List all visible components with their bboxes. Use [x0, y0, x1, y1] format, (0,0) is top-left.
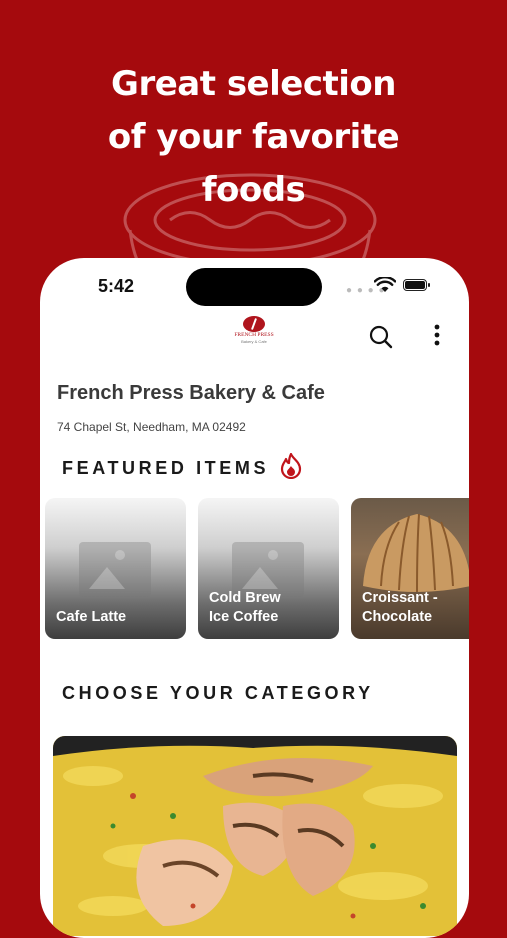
shrimp-rice-photo	[53, 736, 457, 936]
featured-item-card[interactable]: Cafe Latte	[45, 498, 186, 639]
headline-line-2: of your favorite	[107, 117, 400, 157]
battery-icon	[403, 279, 430, 291]
featured-item-label: Cafe Latte	[56, 608, 126, 627]
featured-item-label: Croissant - Chocolate	[362, 589, 438, 627]
status-time: 5:42	[98, 276, 135, 296]
featured-item-name: Cold Brew	[209, 590, 281, 606]
more-vertical-icon[interactable]	[428, 322, 446, 350]
wifi-icon	[374, 277, 396, 292]
shop-name: French Press Bakery & Cafe	[57, 382, 325, 404]
category-card-image[interactable]	[53, 736, 457, 936]
coffee-bean-icon	[243, 316, 265, 332]
headline-line-1: Great selection	[111, 64, 396, 104]
phone-screen: 5:42 ● ● ● ● FRENCH PRESS Bakery & Cafe …	[40, 258, 469, 938]
featured-item-label: Cold Brew Ice Coffee	[209, 589, 281, 627]
promo-headline: Great selection of your favorite foods	[0, 58, 507, 217]
logo-name: FRENCH PRESS	[234, 332, 274, 338]
featured-items-carousel[interactable]: Cafe Latte Cold Brew Ice Coffee Croissan…	[45, 498, 469, 640]
dynamic-island	[186, 268, 322, 306]
featured-items-heading: FEATURED ITEMS	[62, 458, 270, 478]
logo-subtitle: Bakery & Cafe	[241, 339, 267, 344]
app-logo: FRENCH PRESS Bakery & Cafe	[234, 316, 274, 356]
featured-item-name: Croissant -	[362, 590, 438, 606]
image-placeholder-icon	[79, 542, 151, 597]
choose-category-heading: CHOOSE YOUR CATEGORY	[62, 683, 374, 703]
featured-item-name: Cafe Latte	[56, 609, 127, 625]
featured-item-card[interactable]: Cold Brew Ice Coffee	[198, 498, 339, 639]
featured-item-card[interactable]: Croissant - Chocolate	[351, 498, 469, 639]
search-icon[interactable]	[368, 324, 394, 350]
shop-address: 74 Chapel St, Needham, MA 02492	[57, 420, 246, 434]
headline-line-3: foods	[201, 170, 306, 210]
croissant-photo	[363, 513, 469, 593]
featured-item-name-2: Chocolate	[362, 609, 433, 625]
fire-icon	[280, 453, 302, 479]
featured-item-name-2: Ice Coffee	[209, 609, 279, 625]
